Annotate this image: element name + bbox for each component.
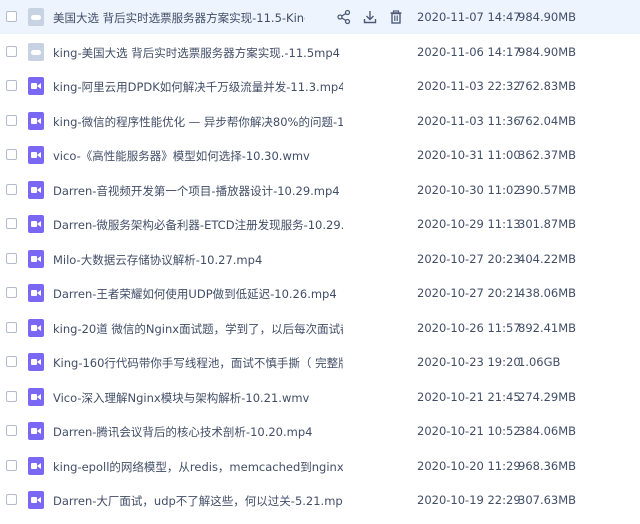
file-row[interactable]: king-美国大选 背后实时选票服务器方案实现.-11.5mp4 2020-11-… [0,35,640,69]
file-row[interactable]: king-epoll的网络模型，从redis，memcached到nginx-1… [0,449,640,483]
row-checkbox[interactable] [6,114,17,126]
file-row[interactable]: Darren-音视频开发第一个项目-播放器设计-10.29.mp4 2020-10… [0,173,640,207]
file-date: 2020-10-29 11:13 [417,217,521,231]
row-checkbox[interactable] [6,287,17,298]
video-file-icon [28,180,44,199]
row-checkbox[interactable] [6,149,17,160]
video-file-icon [28,353,44,371]
file-date: 2020-10-21 10:52 [417,424,521,438]
video-file-icon [28,456,44,475]
row-checkbox[interactable] [6,252,17,264]
file-date: 2020-10-20 11:29 [417,458,521,473]
file-name[interactable]: Darren-腾讯会议背后的核心技术剖析-10.20.mp4 [53,424,343,440]
file-row[interactable]: vico-《高性能服务器》模型如何选择-10.30.wmv 2020-10-31 … [0,138,640,172]
file-size: 362.37MB [518,148,577,162]
file-row[interactable]: king-20道 微信的Nginx面试题，学到了，以后每次面试都聊-10.24.… [0,311,640,345]
file-name[interactable]: king-epoll的网络模型，从redis，memcached到nginx-1… [53,459,343,475]
cloud-file-icon [28,8,44,26]
row-checkbox[interactable] [6,11,17,22]
file-name[interactable]: Milo-大数据云存储协议解析-10.27.mp4 [53,252,343,268]
video-file-icon [28,422,44,440]
video-file-icon [28,215,44,233]
download-icon[interactable] [362,9,378,25]
video-file-icon [28,284,44,302]
row-checkbox[interactable] [6,80,17,91]
row-checkbox[interactable] [6,183,17,195]
file-size: 1.06GB [518,355,561,369]
file-row[interactable]: Darren-王者荣耀如何使用UDP做到低延迟-10.26.mp4 2020-10… [0,276,640,310]
video-file-icon [28,491,44,509]
file-row[interactable]: king-阿里云用DPDK如何解决千万级流量并发-11.3.mp4 2020-11… [0,69,640,103]
video-file-icon [28,77,44,95]
file-name[interactable]: king-微信的程序性能优化 — 异步帮你解决80%的问题-11.2.mp4 [53,114,343,130]
video-file-icon [28,249,44,268]
file-date: 2020-11-03 11:36 [417,113,521,128]
file-name[interactable]: Darren-微服务架构必备利器-ETCD注册发现服务-10.29.mp4 [53,217,343,233]
file-row[interactable]: Darren-大厂面试，udp不了解这些，何以过关-5.21.mp4 2020-1… [0,483,640,517]
file-name[interactable]: Darren-王者荣耀如何使用UDP做到低延迟-10.26.mp4 [53,286,343,302]
file-row[interactable]: Darren-微服务架构必备利器-ETCD注册发现服务-10.29.mp4 202… [0,207,640,241]
file-size: 984.90MB [518,10,577,24]
file-size: 762.83MB [518,79,577,93]
file-date: 2020-10-31 11:00 [417,148,521,162]
file-name[interactable]: Darren-大厂面试，udp不了解这些，何以过关-5.21.mp4 [53,493,343,509]
cloud-file-icon [28,42,44,61]
file-date: 2020-10-27 20:23 [417,251,521,266]
row-checkbox[interactable] [6,459,17,471]
file-size: 274.29MB [518,389,577,404]
file-date: 2020-11-07 14:47 [417,10,521,24]
file-date: 2020-10-19 22:29 [417,493,521,507]
file-row[interactable]: Darren-腾讯会议背后的核心技术剖析-10.20.mp4 2020-10-21… [0,414,640,448]
delete-icon[interactable] [388,9,404,25]
file-name[interactable]: vico-《高性能服务器》模型如何选择-10.30.wmv [53,148,343,164]
file-size: 384.06MB [518,424,577,438]
file-name[interactable]: king-美国大选 背后实时选票服务器方案实现.-11.5mp4 [53,45,343,61]
file-size: 438.06MB [518,286,577,300]
file-list: 美国大选 背后实时选票服务器方案实现-11.5-Kingm... 2020-11-… [0,0,640,524]
row-checkbox[interactable] [6,425,17,436]
video-file-icon [28,387,44,406]
file-row[interactable]: Vico-深入理解Nginx模块与架构解析-10.21.wmv 2020-10-2… [0,380,640,414]
file-date: 2020-10-27 20:21 [417,286,521,300]
row-checkbox[interactable] [6,356,17,367]
file-date: 2020-11-06 14:17 [417,44,521,59]
share-icon[interactable] [336,9,352,25]
file-date: 2020-11-03 22:32 [417,79,521,93]
file-size: 307.63MB [518,493,577,507]
video-file-icon [28,146,44,164]
file-name[interactable]: King-160行代码带你手写线程池，面试不慎手撕（ 完整版）-10.22.mp… [53,355,343,371]
file-size: 762.04MB [518,113,577,128]
file-size: 892.41MB [518,320,577,335]
file-row[interactable]: 美国大选 背后实时选票服务器方案实现-11.5-Kingm... 2020-11-… [0,0,640,34]
file-row[interactable]: king-微信的程序性能优化 — 异步帮你解决80%的问题-11.2.mp4 20… [0,104,640,138]
file-name[interactable]: Darren-音视频开发第一个项目-播放器设计-10.29.mp4 [53,183,343,199]
file-name[interactable]: 美国大选 背后实时选票服务器方案实现-11.5-Kingm... [53,10,305,26]
file-size: 968.36MB [518,458,577,473]
file-date: 2020-10-21 21:45 [417,389,521,404]
file-row[interactable]: Milo-大数据云存储协议解析-10.27.mp4 2020-10-27 20:2… [0,242,640,276]
file-name[interactable]: king-阿里云用DPDK如何解决千万级流量并发-11.3.mp4 [53,79,343,95]
video-file-icon [28,318,44,337]
file-row[interactable]: King-160行代码带你手写线程池，面试不慎手撕（ 完整版）-10.22.mp… [0,345,640,379]
row-checkbox[interactable] [6,494,17,505]
row-checkbox[interactable] [6,390,17,402]
file-date: 2020-10-23 19:20 [417,355,521,369]
file-size: 984.90MB [518,44,577,59]
row-checkbox[interactable] [6,218,17,229]
file-date: 2020-10-30 11:02 [417,182,521,197]
row-checkbox[interactable] [6,321,17,333]
file-size: 390.57MB [518,182,577,197]
file-date: 2020-10-26 11:57 [417,320,521,335]
video-file-icon [28,111,44,130]
file-name[interactable]: Vico-深入理解Nginx模块与架构解析-10.21.wmv [53,390,343,406]
row-actions [336,9,404,25]
file-size: 301.87MB [518,217,577,231]
file-size: 404.22MB [518,251,577,266]
row-checkbox[interactable] [6,45,17,57]
file-name[interactable]: king-20道 微信的Nginx面试题，学到了，以后每次面试都聊-10.24.… [53,321,343,337]
